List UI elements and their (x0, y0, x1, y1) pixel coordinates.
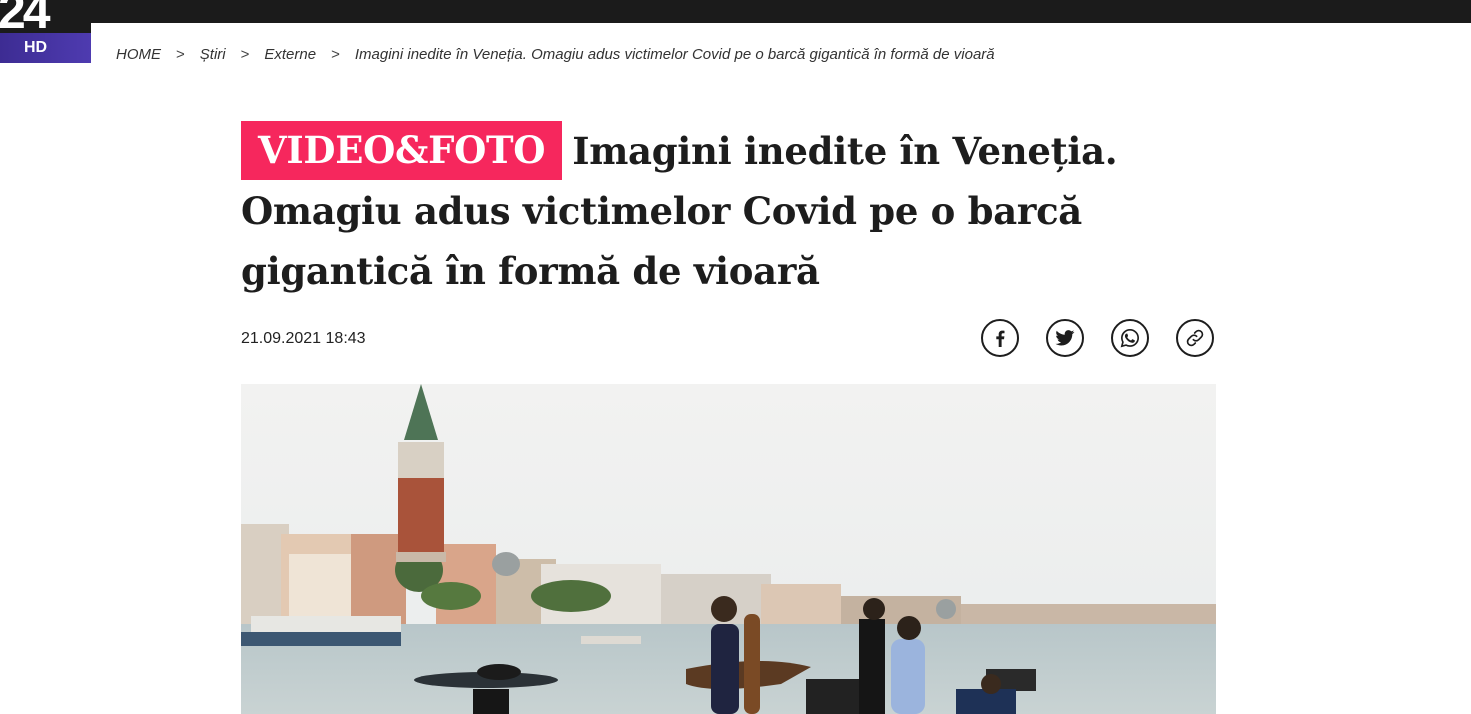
breadcrumb-stiri[interactable]: Știri (200, 46, 226, 63)
breadcrumb-separator: > (331, 45, 340, 63)
logo-hd: HD (24, 39, 48, 56)
breadcrumb-separator: > (240, 45, 250, 63)
breadcrumb-current: Imagini inedite în Veneția. Omagiu adus … (354, 45, 995, 63)
share-twitter-button[interactable] (1046, 319, 1084, 357)
top-bar (0, 0, 1471, 23)
video-foto-badge: VIDEO&FOTO (241, 121, 563, 180)
twitter-icon (1055, 330, 1075, 346)
share-link-button[interactable] (1176, 319, 1214, 357)
logo-hd-band: HD (0, 33, 91, 63)
breadcrumb-home[interactable]: HOME (116, 46, 161, 63)
breadcrumb-separator: > (176, 45, 185, 63)
logo-number: 24 (0, 0, 51, 39)
breadcrumb-externe[interactable]: Externe (264, 46, 316, 63)
article-date: 21.09.2021 18:43 (241, 330, 366, 347)
breadcrumb: HOME > Știri > Externe > Imagini inedite… (116, 44, 995, 64)
share-facebook-button[interactable] (981, 319, 1019, 357)
facebook-icon (996, 330, 1005, 347)
venice-photo (241, 384, 1216, 714)
site-logo[interactable]: 24 HD (0, 0, 91, 63)
share-whatsapp-button[interactable] (1111, 319, 1149, 357)
article-photo[interactable] (241, 384, 1216, 714)
whatsapp-icon (1120, 328, 1140, 348)
link-icon (1186, 329, 1204, 347)
article-title: VIDEO&FOTO Imagini inedite în Veneția. Om… (241, 121, 1216, 301)
